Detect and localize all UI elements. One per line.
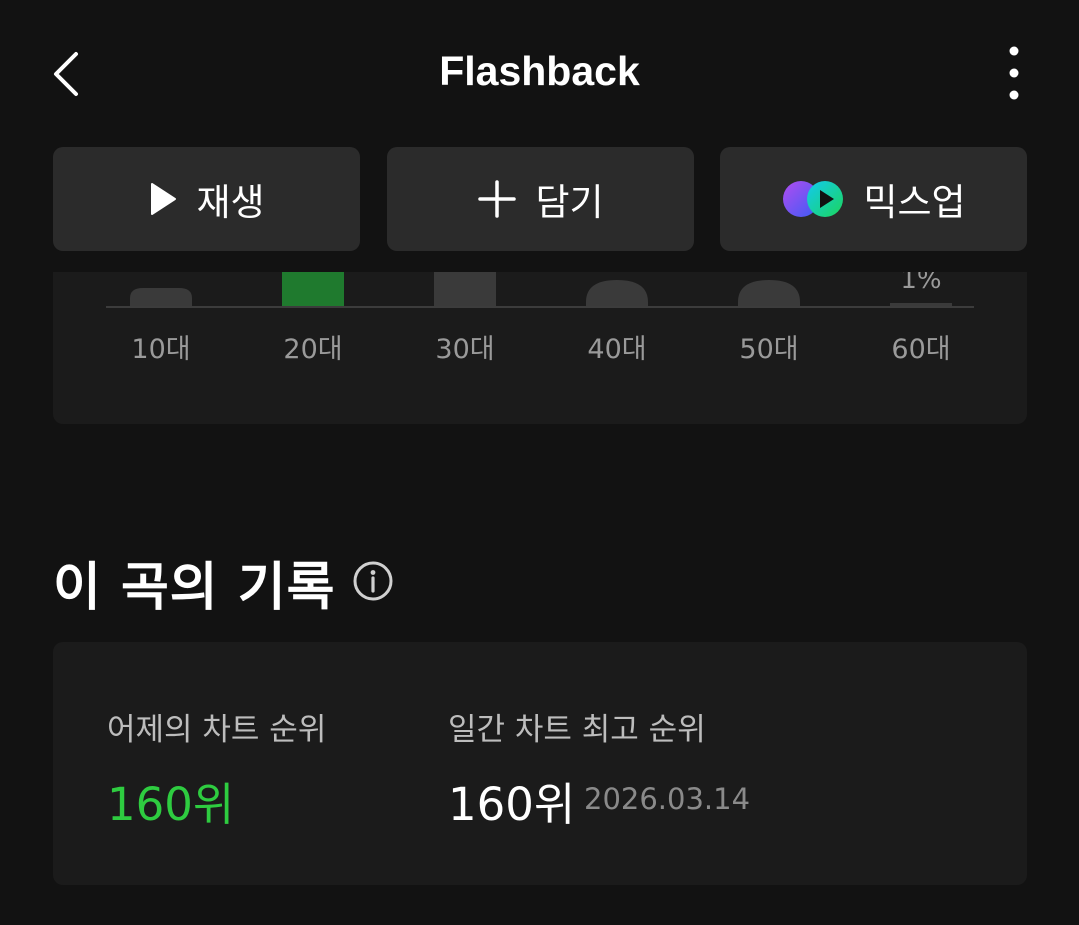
age-distribution-chart: 1% 10대 20대 30대 40대 50대 60대 [106,272,974,365]
play-button[interactable]: 재생 [53,147,360,251]
add-to-playlist-button[interactable]: 담기 [387,147,694,251]
action-buttons: 재생 담기 믹스업 [53,147,1027,252]
records-card: 어제의 차트 순위 160위 일간 차트 최고 순위 160위 2026.03.… [53,642,1027,885]
age-bar-60s-value-label: 1% [900,272,941,295]
header: Flashback [0,0,1079,147]
info-icon [353,561,393,601]
age-labels: 10대 20대 30대 40대 50대 60대 [131,334,950,365]
age-bars [130,272,952,306]
page-title: Flashback [439,48,640,94]
plus-icon [478,180,517,218]
play-button-label: 재생 [196,181,265,224]
age-distribution-card: 1% 10대 20대 30대 40대 50대 60대 [53,272,1027,424]
mixup-icon [783,181,844,217]
more-vertical-icon [1009,46,1019,100]
best-daily-rank-value: 160위 [448,778,576,831]
age-label-60s: 60대 [891,334,950,365]
best-daily-rank-label: 일간 차트 최고 순위 [448,712,706,748]
records-section-title: 이 곡의 기록 [53,558,336,618]
age-bar-20s [282,272,344,306]
age-label-20s: 20대 [283,334,342,365]
mixup-button[interactable]: 믹스업 [720,147,1027,251]
age-label-50s: 50대 [739,334,798,365]
more-options-button[interactable] [994,44,1034,104]
best-daily-rank-date: 2026.03.14 [584,782,751,816]
age-bar-50s [738,280,800,306]
age-label-30s: 30대 [435,334,494,365]
play-icon [151,183,177,215]
age-label-40s: 40대 [587,334,646,365]
age-bar-30s [434,272,496,306]
age-bar-10s [130,288,192,306]
yesterday-rank-label: 어제의 차트 순위 [107,712,327,748]
age-label-10s: 10대 [131,334,190,365]
age-bar-60s [890,303,952,306]
age-bar-40s [586,280,648,306]
yesterday-rank-value: 160위 [107,778,235,831]
mixup-button-label: 믹스업 [863,181,966,224]
info-button[interactable] [352,560,394,602]
add-button-label: 담기 [535,181,604,224]
